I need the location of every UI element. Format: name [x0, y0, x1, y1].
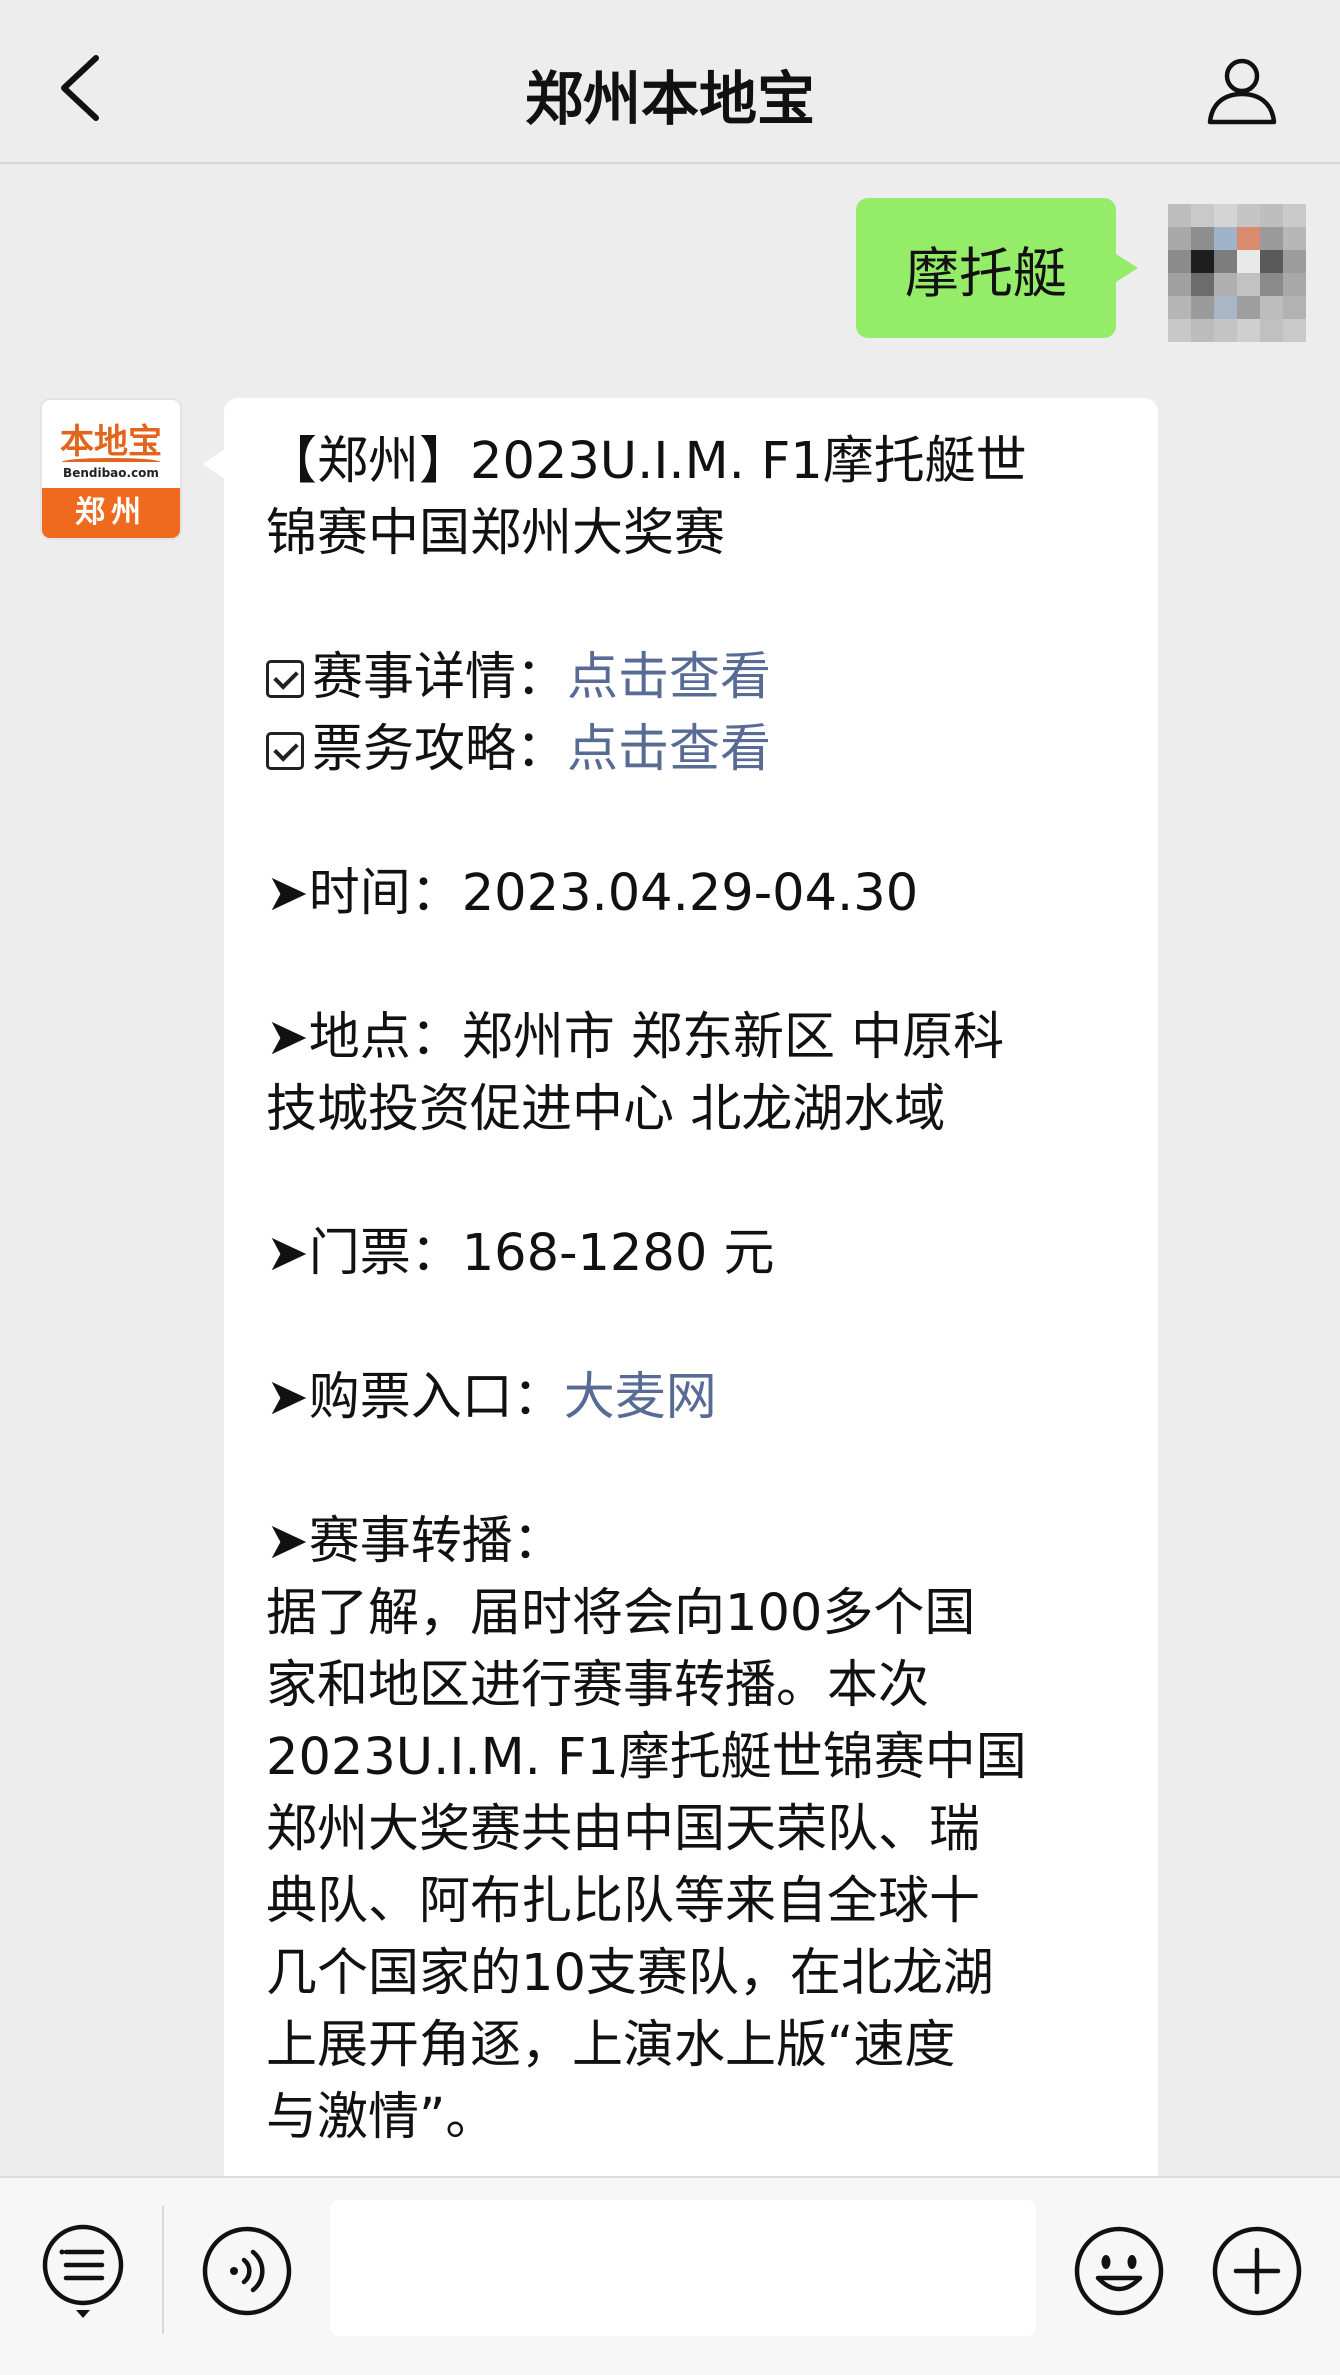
logo-city-band: 郑州	[42, 488, 180, 538]
chat-area[interactable]: 摩托艇 本地宝 Bendibao.com 郑州 【郑州】2023U.I.M. F…	[0, 166, 1340, 2176]
location-line: ➤地点：郑州市 郑东新区 中原科	[266, 1008, 1005, 1067]
outgoing-message-bubble[interactable]: 摩托艇	[856, 198, 1138, 338]
user-avatar[interactable]	[1168, 204, 1306, 342]
logo-text: 本地宝	[60, 422, 162, 462]
tickets-guide-row: 票务攻略：点击查看	[266, 714, 1118, 786]
input-toolbar	[0, 2176, 1340, 2375]
purchase-link[interactable]: 大麦网	[564, 1368, 717, 1427]
voice-icon[interactable]	[200, 2224, 294, 2318]
broadcast-line: 几个国家的10支赛队，在北龙湖	[266, 1944, 994, 2003]
broadcast-line: 2023U.I.M. F1摩托艇世锦赛中国	[266, 1728, 1027, 1787]
broadcast-line: 据了解，届时将会向100多个国	[266, 1584, 976, 1643]
broadcast-line: 郑州大奖赛共由中国天荣队、瑞	[266, 1800, 981, 1859]
navigation-bar: 郑州本地宝	[0, 0, 1340, 164]
details-row: 赛事详情：点击查看	[266, 642, 1118, 714]
broadcast-label: ➤赛事转播：	[266, 1512, 564, 1571]
logo-swoosh	[62, 458, 160, 466]
outgoing-message-text: 摩托艇	[905, 241, 1067, 305]
broadcast-line: 与激情”。	[266, 2088, 497, 2147]
menu-list-icon[interactable]	[40, 2222, 126, 2322]
logo-subtext: Bendibao.com	[63, 466, 159, 480]
toolbar-divider	[162, 2206, 164, 2334]
price-value: 168-1280 元	[461, 1224, 775, 1283]
time-row: ➤时间：2023.04.29-04.30	[266, 858, 1118, 930]
broadcast-line: 典队、阿布扎比队等来自全球十	[266, 1872, 981, 1931]
emoji-icon[interactable]	[1072, 2224, 1166, 2318]
location-line: 技城投资促进中心 北龙湖水域	[266, 1080, 946, 1139]
broadcast-line: 家和地区进行赛事转播。本次	[266, 1656, 930, 1715]
time-value: 2023.04.29-04.30	[461, 864, 919, 923]
message-title-line: 锦赛中国郑州大奖赛	[266, 504, 726, 563]
price-label: ➤门票：	[266, 1224, 462, 1283]
person-icon[interactable]	[1206, 54, 1278, 126]
message-input[interactable]	[330, 2200, 1036, 2336]
bendibao-avatar[interactable]: 本地宝 Bendibao.com 郑州	[40, 398, 182, 540]
page-title: 郑州本地宝	[524, 65, 815, 133]
checkbox-icon	[266, 732, 304, 770]
incoming-message-bubble[interactable]: 【郑州】2023U.I.M. F1摩托艇世 锦赛中国郑州大奖赛 赛事详情：点击查…	[202, 398, 1158, 2176]
purchase-label: ➤购票入口：	[266, 1368, 564, 1427]
plus-icon[interactable]	[1210, 2224, 1304, 2318]
time-label: ➤时间：	[266, 864, 462, 923]
price-row: ➤门票：168-1280 元	[266, 1218, 1118, 1290]
tickets-guide-label: 票务攻略：	[312, 720, 568, 779]
details-link[interactable]: 点击查看	[567, 648, 771, 707]
purchase-row: ➤购票入口：大麦网	[266, 1362, 1118, 1434]
details-label: 赛事详情：	[312, 648, 568, 707]
message-title-line: 【郑州】2023U.I.M. F1摩托艇世	[266, 432, 1027, 491]
tickets-guide-link[interactable]: 点击查看	[567, 720, 771, 779]
checkbox-icon	[266, 660, 304, 698]
broadcast-line: 上展开角逐，上演水上版“速度	[266, 2016, 956, 2075]
